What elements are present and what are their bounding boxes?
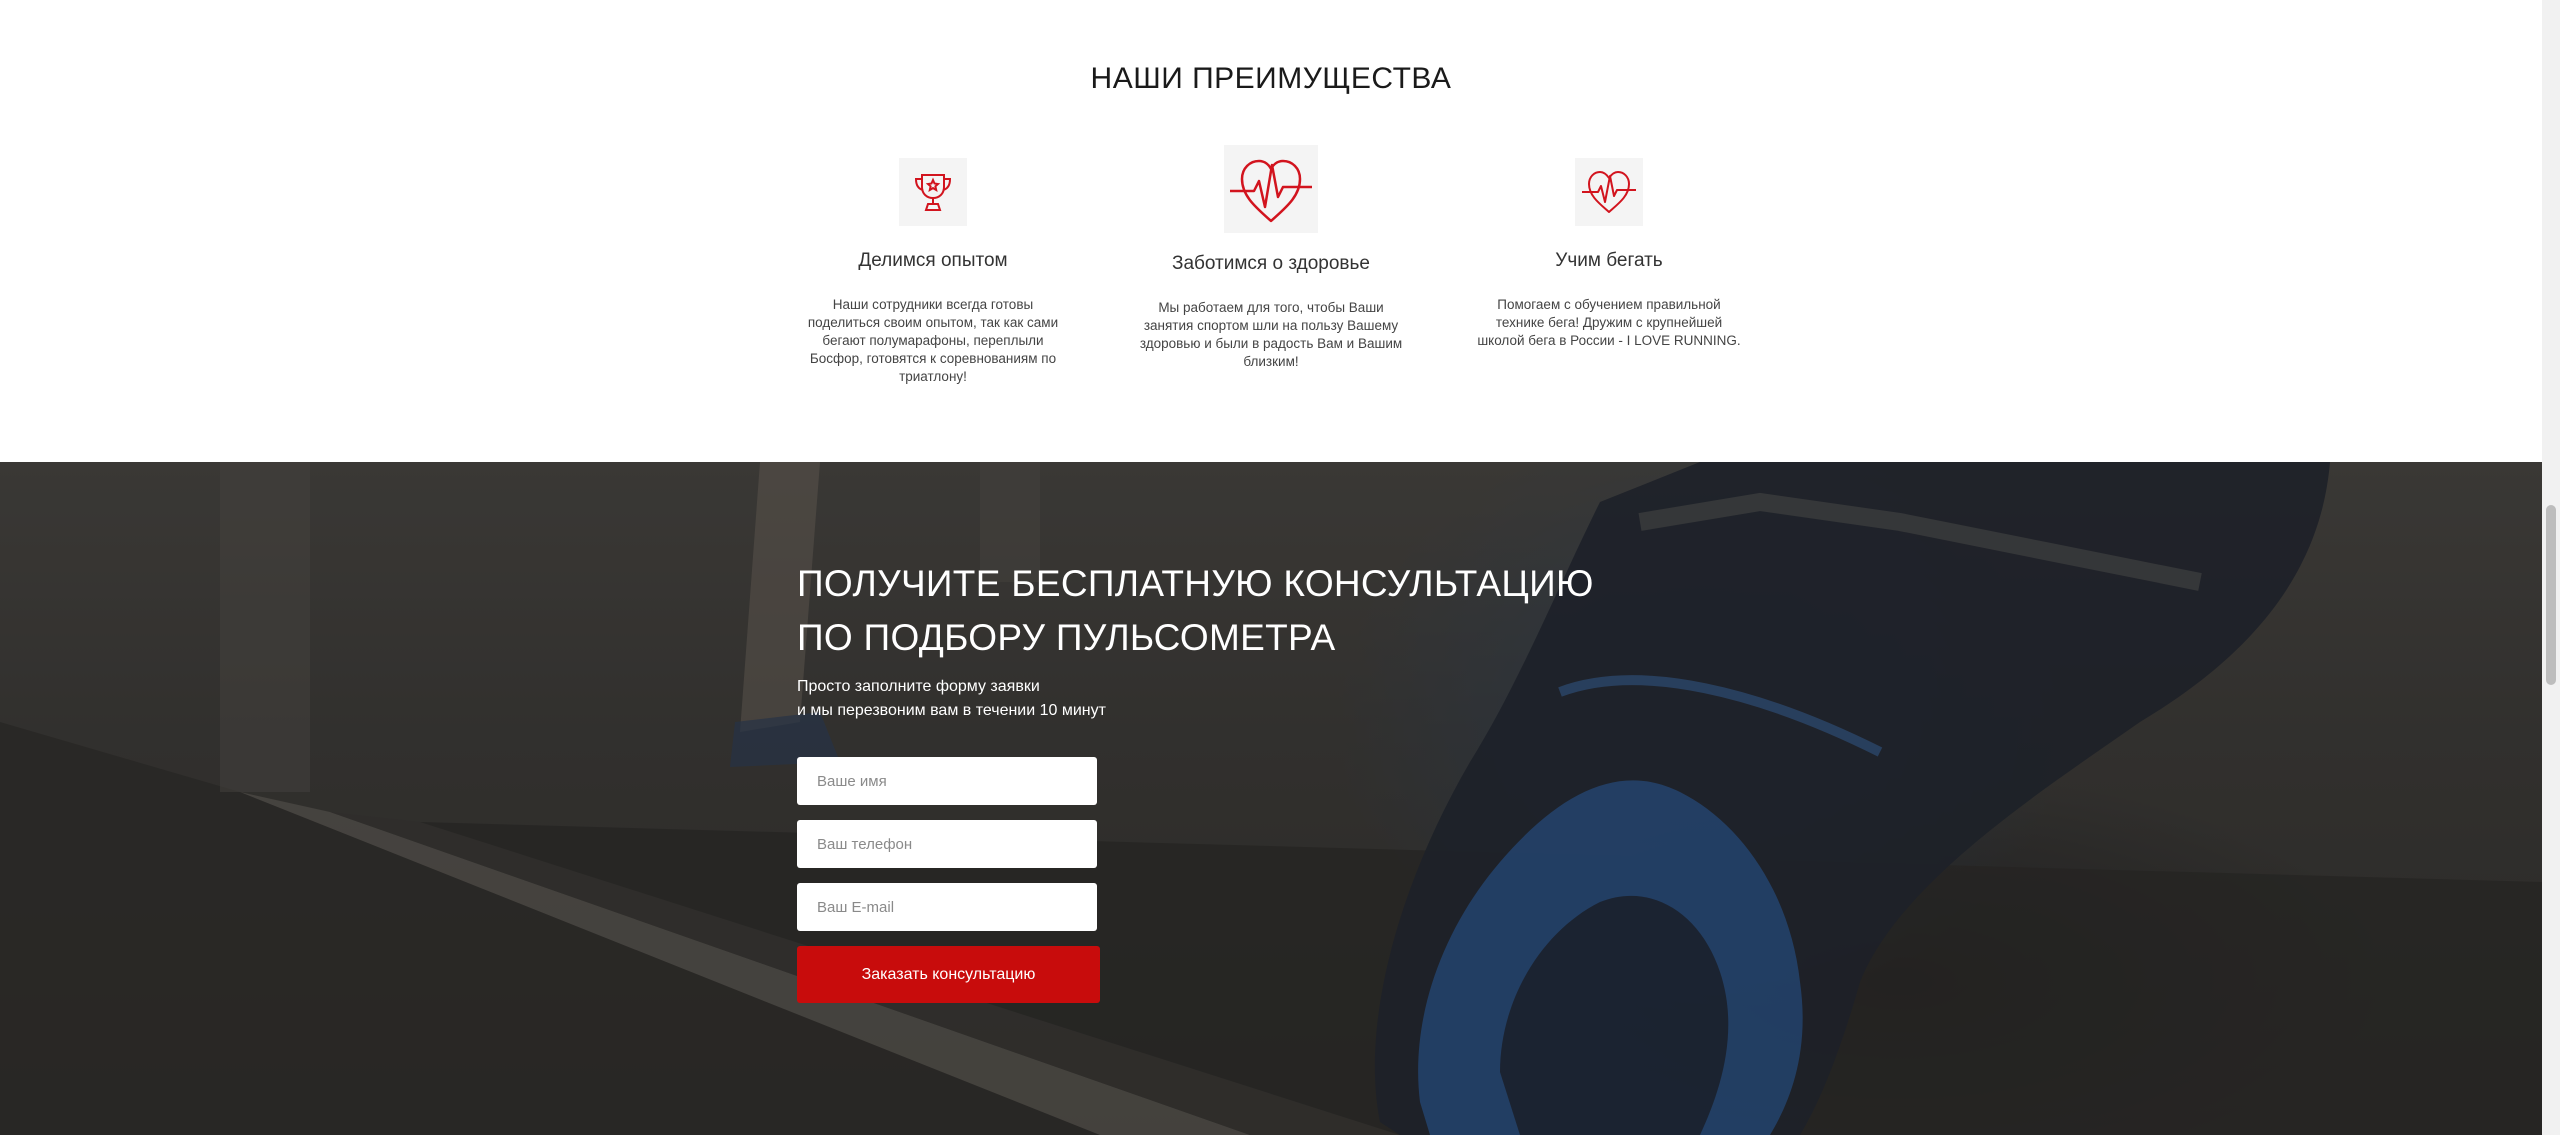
consultation-subtitle-line-1: Просто заполните форму заявки [797,678,1040,695]
advantage-item-running: Учим бегать Помогаем с обучением правиль… [1469,150,1749,350]
advantage-text: Наши сотрудники всегда готовы поделиться… [807,297,1059,384]
advantage-text: Мы работаем для того, чтобы Ваши занятия… [1139,300,1403,369]
advantage-title: Учим бегать [1555,250,1663,271]
advantages-section: НАШИ ПРЕИМУЩЕСТВА Делимся опытом Наши со… [0,0,2542,462]
advantage-text: Помогаем с обучением правильной технике … [1477,297,1741,348]
email-input[interactable] [797,883,1097,931]
heartbeat-icon [1224,145,1318,233]
page: НАШИ ПРЕИМУЩЕСТВА Делимся опытом Наши со… [0,0,2560,1135]
page-scrollbar[interactable] [2542,0,2560,1135]
consultation-title: ПОЛУЧИТЕ БЕСПЛАТНУЮ КОНСУЛЬТАЦИЮ ПО ПОДБ… [797,557,1697,665]
scrollbar-thumb[interactable] [2546,505,2556,685]
order-consultation-button[interactable]: Заказать консультацию [797,946,1100,1003]
advantage-title: Заботимся о здоровье [1171,253,1370,274]
advantage-title: Делимся опытом [858,250,1008,271]
consultation-title-line-2: ПО ПОДБОРУ ПУЛЬСОМЕТРА [797,617,1336,658]
consultation-section: ПОЛУЧИТЕ БЕСПЛАТНУЮ КОНСУЛЬТАЦИЮ ПО ПОДБ… [0,462,2542,1135]
heart-pulse-icon [1575,158,1643,226]
consultation-subtitle-line-2: и мы перезвоним вам в течении 10 минут [797,702,1106,719]
advantage-item-experience: Делимся опытом Наши сотрудники всегда го… [793,150,1073,386]
trophy-icon [899,158,967,226]
consultation-title-line-1: ПОЛУЧИТЕ БЕСПЛАТНУЮ КОНСУЛЬТАЦИЮ [797,563,1594,604]
name-input[interactable] [797,757,1097,805]
consultation-subtitle: Просто заполните форму заявки и мы перез… [797,675,1697,723]
consultation-form: Заказать консультацию [797,757,1100,1003]
consultation-content: ПОЛУЧИТЕ БЕСПЛАТНУЮ КОНСУЛЬТАЦИЮ ПО ПОДБ… [797,557,1697,1003]
advantages-title: НАШИ ПРЕИМУЩЕСТВА [1090,62,1452,95]
phone-input[interactable] [797,820,1097,868]
advantage-item-health: Заботимся о здоровье Мы работаем для тог… [1131,145,1411,371]
